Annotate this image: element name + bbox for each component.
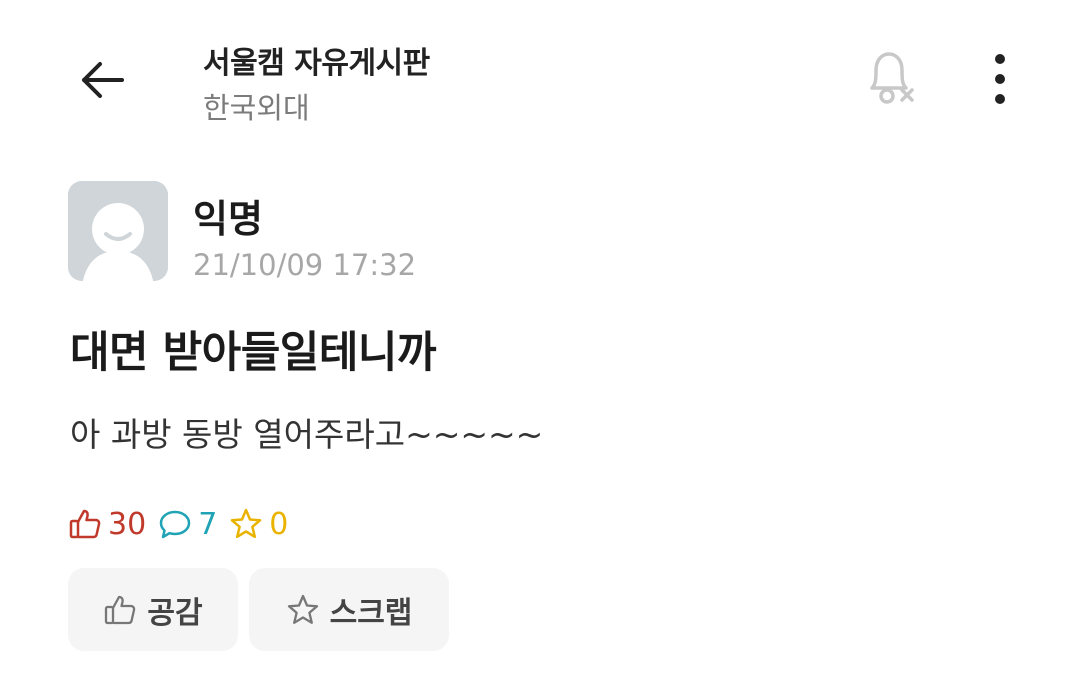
more-options-button[interactable] — [975, 48, 1025, 110]
like-count-value: 30 — [108, 506, 147, 542]
like-button[interactable]: 공감 — [68, 568, 238, 651]
star-icon — [287, 594, 318, 624]
scrap-count-value: 0 — [269, 506, 289, 542]
bell-off-icon — [870, 52, 914, 104]
board-title: 서울캠 자유게시판 — [203, 46, 430, 81]
scrap-button[interactable]: 스크랩 — [249, 568, 449, 651]
default-avatar-icon — [68, 181, 168, 281]
more-vertical-icon — [995, 54, 1005, 104]
board-subtitle: 한국외대 — [203, 91, 310, 125]
thumbs-up-icon — [69, 509, 101, 539]
thumbs-up-icon — [105, 595, 136, 624]
like-count: 30 — [68, 507, 146, 542]
comment-icon — [159, 510, 191, 539]
notification-button[interactable] — [858, 46, 922, 110]
scrap-count: 0 — [229, 507, 288, 542]
author-name: 익명 — [193, 197, 263, 241]
arrow-left-icon — [82, 62, 124, 98]
scrap-button-label: 스크랩 — [329, 595, 413, 631]
back-button[interactable] — [70, 50, 134, 110]
avatar — [68, 181, 168, 281]
star-icon — [231, 508, 262, 539]
comment-count: 7 — [158, 507, 217, 542]
post-stats: 30 7 0 — [68, 504, 300, 544]
comment-count-value: 7 — [198, 506, 218, 542]
like-button-label: 공감 — [147, 595, 203, 631]
post-body: 아 과방 동방 열어주라고~~~~~ — [70, 415, 544, 454]
post-timestamp: 21/10/09 17:32 — [193, 248, 417, 282]
post-title: 대면 받아들일테니까 — [70, 328, 437, 378]
